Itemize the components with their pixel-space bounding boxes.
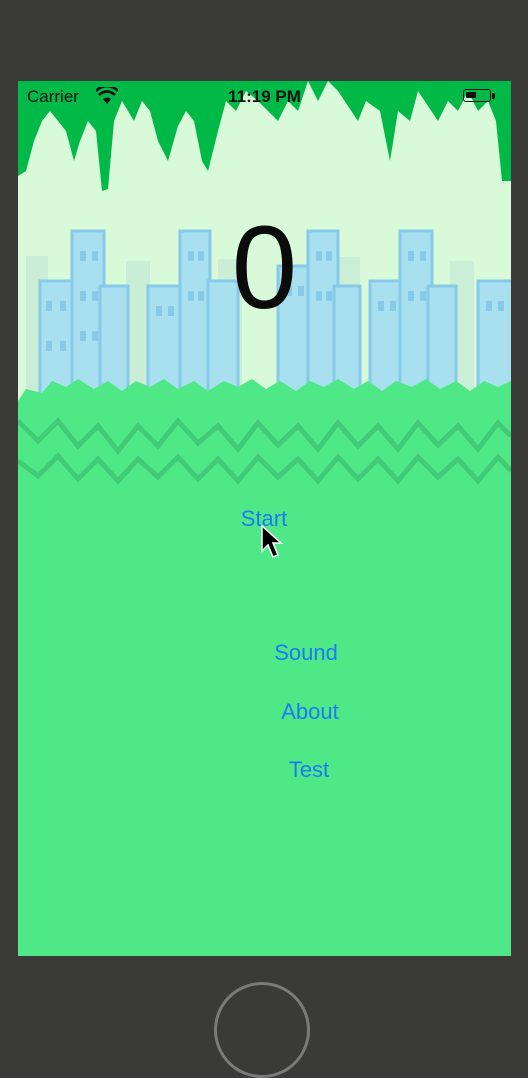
status-bar: Carrier 11:19 PM	[18, 81, 511, 115]
home-button-icon[interactable]	[214, 982, 310, 1078]
status-time: 11:19 PM	[228, 87, 301, 106]
test-button[interactable]: Test	[284, 757, 334, 783]
battery-level	[466, 92, 476, 98]
about-button[interactable]: About	[276, 699, 344, 725]
score-display: 0	[231, 202, 298, 334]
battery-cap	[492, 93, 495, 99]
sound-button[interactable]: Sound	[270, 640, 342, 666]
battery-icon	[463, 89, 491, 102]
phone-screen: Carrier 11:19 PM 0 Start Sound About Tes…	[18, 81, 511, 956]
mouse-pointer-icon	[261, 525, 283, 558]
